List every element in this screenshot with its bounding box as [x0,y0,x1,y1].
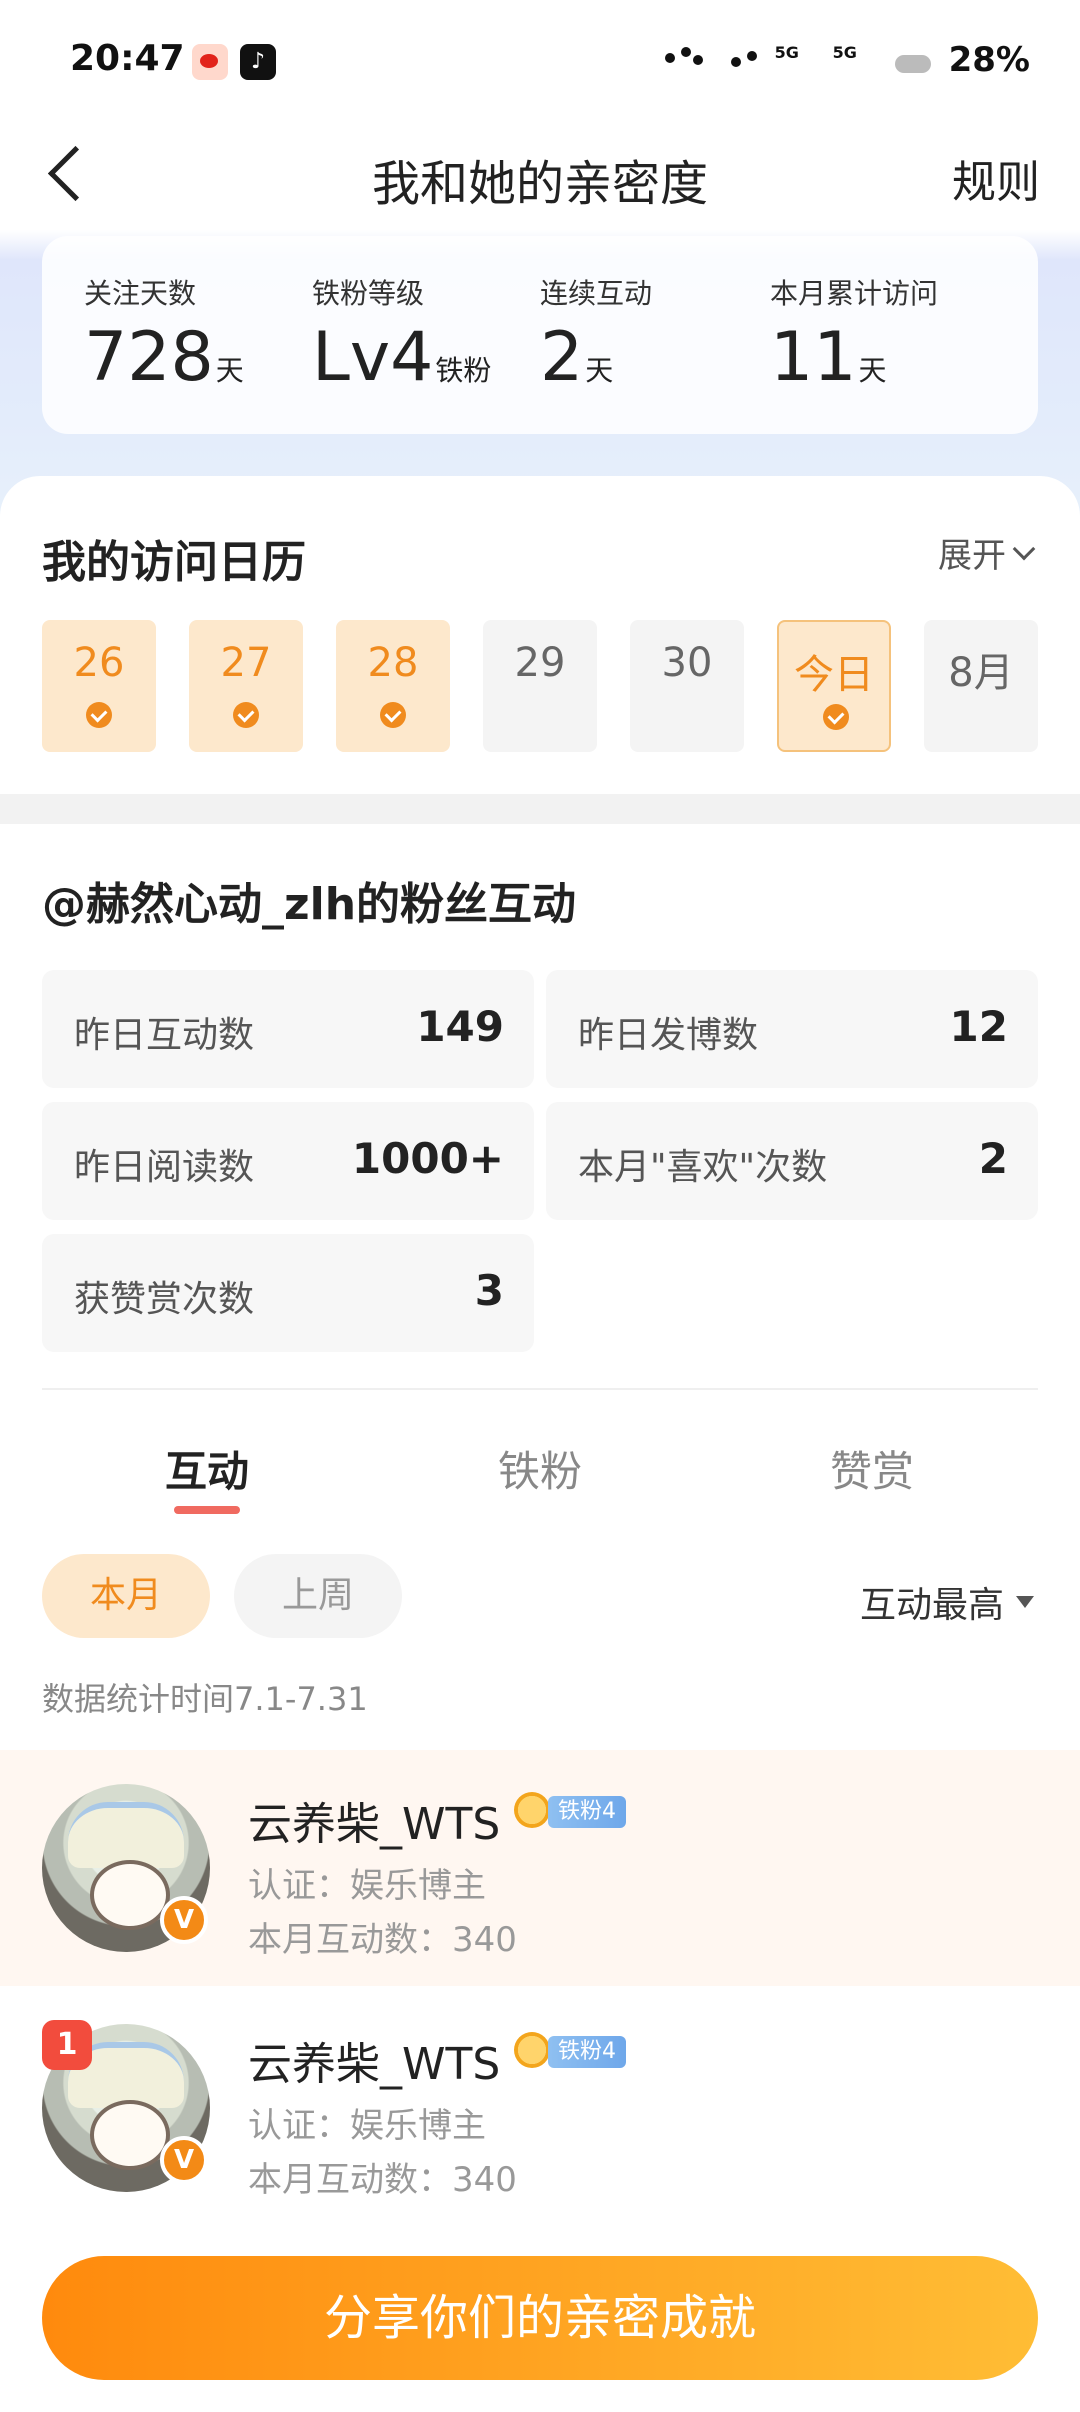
metric-label: 本月"喜欢"次数 [578,1147,828,1188]
user-certification: 认证：娱乐博主 [248,2106,486,2146]
paw-icon [659,43,705,77]
metric-value: 149 [416,1002,504,1051]
metric-label: 昨日互动数 [74,1015,255,1056]
day-label: 27 [220,640,272,686]
metric-label: 昨日阅读数 [74,1147,255,1188]
user-list-item[interactable]: 1 V 云养柴_WTS 铁粉4 认证：娱乐博主 本月互动数：340 [0,1990,1080,2226]
calendar-day[interactable]: 29 [483,620,597,752]
check-icon [233,702,259,728]
metric-value: 12 [949,1002,1008,1051]
user-interaction-count: 本月互动数：340 [248,2160,517,2200]
fan-level-badge: 铁粉4 [548,2036,626,2068]
metric-card: 昨日发博数 12 [546,970,1038,1088]
user-interaction-count: 本月互动数：340 [248,1920,517,1960]
rules-button[interactable]: 规则 [952,146,1040,210]
stat-value: 728天 [84,318,244,397]
check-icon [380,702,406,728]
status-bar: 20:47 ♪ 5G 5G 28% [0,0,1080,120]
status-icons: 5G 5G 28% [659,36,1030,84]
page-header: 我和她的亲密度 规则 [0,120,1080,230]
verified-badge-icon: V [160,1896,208,1944]
sort-label: 互动最高 [859,1585,1004,1626]
day-label: 今日 [794,652,874,698]
stat-label: 本月累计访问 [770,277,939,310]
stat-label: 铁粉等级 [312,277,425,310]
fan-interaction-title: @赫然心动_zlh的粉丝互动 [42,879,577,930]
calendar-day-today[interactable]: 今日 [777,620,891,752]
metric-value: 3 [474,1266,504,1315]
status-time: 20:47 [70,38,185,79]
user-list-item[interactable]: V 云养柴_WTS 铁粉4 认证：娱乐博主 本月互动数：340 [0,1750,1080,1986]
visit-calendar-title: 我的访问日历 [42,537,306,588]
stat-value: 11天 [770,318,887,397]
section-divider [0,794,1080,824]
expand-label: 展开 [938,536,1006,576]
stat-monthly-visits: 本月累计访问 11天 [770,272,938,397]
stat-continuous-interaction: 连续互动 2天 [540,272,652,397]
stat-fan-level: 铁粉等级 Lv4铁粉 [312,272,491,397]
day-label: 26 [73,640,125,686]
metric-label: 昨日发博数 [578,1015,759,1056]
crown-icon [514,1792,550,1828]
active-tab-indicator [174,1506,240,1514]
check-icon [86,702,112,728]
calendar-month-next[interactable]: 8月 [924,620,1038,752]
expand-calendar-button[interactable]: 展开 [938,528,1036,577]
calendar-day[interactable]: 28 [336,620,450,752]
verified-badge-icon: V [160,2136,208,2184]
tab-rewards[interactable]: 赞赏 [772,1438,972,1499]
user-certification: 认证：娱乐博主 [248,1866,486,1906]
metric-card: 获赞赏次数 3 [42,1234,534,1352]
filter-this-month[interactable]: 本月 [42,1554,210,1638]
tiktok-icon: ♪ [240,44,276,80]
filter-last-week[interactable]: 上周 [234,1554,402,1638]
day-label: 28 [367,640,419,686]
data-range-text: 数据统计时间7.1-7.31 [42,1680,368,1718]
sort-dropdown[interactable]: 互动最高 [860,1576,1034,1628]
stat-label: 连续互动 [540,277,653,310]
signal-label-1: 5G [774,43,799,62]
page-title: 我和她的亲密度 [371,156,708,212]
weibo-icon [192,44,228,80]
divider [42,1388,1038,1390]
intimacy-stats-card: 关注天数 728天 铁粉等级 Lv4铁粉 连续互动 2天 本月累计访问 11天 [42,236,1038,434]
metric-card: 昨日互动数 149 [42,970,534,1088]
fan-level-badge: 铁粉4 [548,1796,626,1828]
check-icon [823,704,849,730]
metric-label: 获赞赏次数 [74,1279,255,1320]
caret-down-icon [1016,1596,1034,1608]
day-label: 30 [661,640,713,686]
chevron-down-icon [1012,537,1036,560]
signal-icon-1: 5G [775,43,821,77]
signal-icon-2: 5G [833,43,879,77]
stat-label: 关注天数 [84,277,197,310]
calendar-day[interactable]: 27 [189,620,303,752]
user-name: 云养柴_WTS [248,2039,501,2090]
tab-interaction[interactable]: 互动 [107,1438,307,1499]
metric-card: 本月"喜欢"次数 2 [546,1102,1038,1220]
main-sheet: 我的访问日历 展开 26 27 28 29 30 今日 8月 @赫然心动_zlh… [0,476,1080,2412]
user-name: 云养柴_WTS [248,1799,501,1850]
day-label: 29 [514,640,566,686]
share-achievement-button[interactable]: 分享你们的亲密成就 [42,2256,1038,2380]
wifi-icon [717,43,763,77]
rank-badge: 1 [42,2020,92,2070]
day-label: 8月 [948,650,1014,696]
stat-value: Lv4铁粉 [312,318,492,397]
visit-calendar: 26 27 28 29 30 今日 8月 [42,620,1038,752]
battery-icon [891,43,937,77]
signal-label-2: 5G [832,43,857,62]
battery-percent: 28% [948,40,1030,80]
metric-card: 昨日阅读数 1000+ [42,1102,534,1220]
crown-icon [514,2032,550,2068]
stat-value: 2天 [540,318,614,397]
tab-iron-fans[interactable]: 铁粉 [440,1438,640,1499]
metric-value: 1000+ [351,1134,504,1183]
calendar-day[interactable]: 26 [42,620,156,752]
calendar-day[interactable]: 30 [630,620,744,752]
metric-value: 2 [978,1134,1008,1183]
stat-follow-days: 关注天数 728天 [84,272,244,397]
